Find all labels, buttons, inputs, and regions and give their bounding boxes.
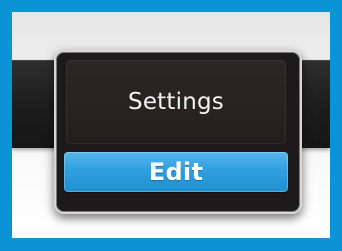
menu-item-edit-label: Edit — [148, 158, 204, 186]
menu-item-settings-label: Settings — [128, 89, 224, 115]
context-menu: Settings Edit — [54, 50, 302, 214]
menu-item-edit[interactable]: Edit — [64, 152, 288, 192]
menu-item-settings[interactable]: Settings — [66, 60, 286, 144]
screenshot-frame: Settings Edit — [12, 12, 330, 238]
